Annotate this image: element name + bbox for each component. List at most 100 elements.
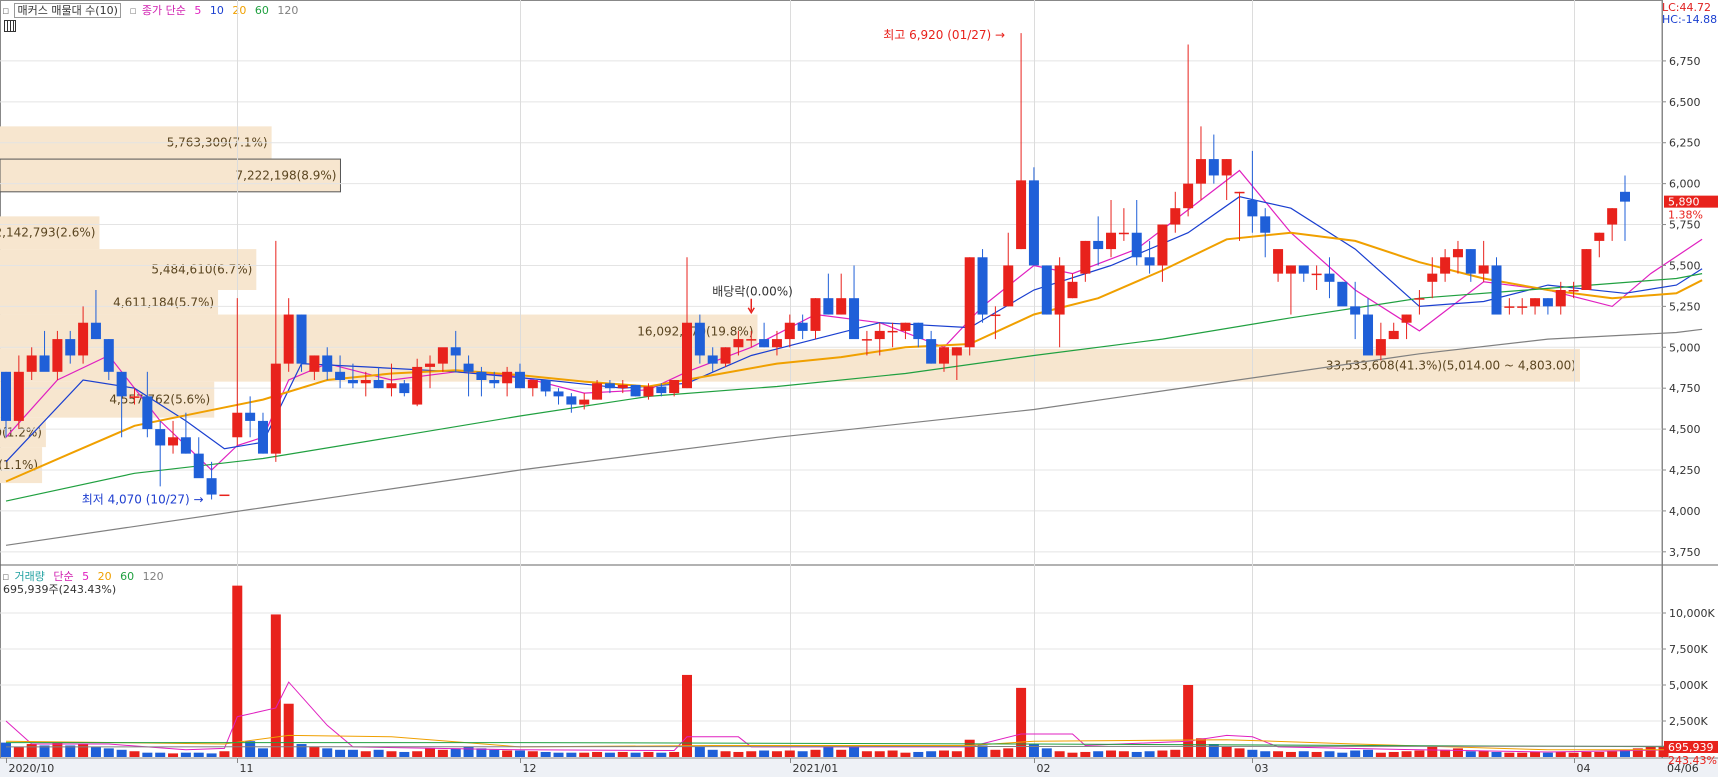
candle-body	[1350, 306, 1361, 315]
volume-bar	[1003, 748, 1014, 757]
candle-body	[1, 371, 11, 421]
x-tick-label: 2020/10	[9, 762, 55, 775]
candle-body	[1594, 232, 1605, 241]
volume-bar	[1491, 751, 1502, 757]
volume-bar	[1118, 751, 1129, 757]
candle-body	[1440, 257, 1451, 274]
candle-body	[1247, 200, 1258, 217]
candle-body	[1106, 232, 1117, 250]
candle-body	[103, 339, 114, 372]
candle-body	[1363, 314, 1374, 356]
volume-bar	[1414, 750, 1425, 757]
volume-bar	[913, 751, 924, 757]
volume-bar	[1041, 748, 1052, 757]
volume-bar	[990, 749, 1001, 757]
candle-body	[1555, 290, 1566, 307]
candle-body	[579, 399, 590, 405]
candle-body	[386, 383, 397, 389]
volume-bar	[168, 753, 179, 757]
candle-body	[1607, 208, 1618, 225]
volume-bar	[771, 751, 782, 757]
candle-body	[232, 412, 243, 438]
x-tick-label: 2021/01	[793, 762, 839, 775]
volume-tick-label: 5,000K	[1669, 679, 1708, 692]
candle-body	[836, 298, 847, 315]
candle-body	[142, 396, 153, 430]
candle-body	[412, 366, 423, 405]
candle-body	[168, 437, 179, 446]
candle-body	[1568, 290, 1579, 292]
volume-bar	[1607, 751, 1618, 757]
volume-bar	[553, 752, 564, 757]
candle-body	[1131, 232, 1142, 258]
candle-body	[617, 384, 628, 389]
candle-body	[1517, 306, 1528, 308]
candle-body	[669, 380, 680, 394]
volume-bar	[90, 746, 101, 757]
profile-band-label: 2,142,793(2.6%)	[0, 226, 95, 240]
candle-body	[1260, 216, 1271, 233]
stock-chart[interactable]: 5,763,309(7.1%)7,222,198(8.9%)2,142,793(…	[0, 0, 1718, 777]
volume-bar	[1568, 752, 1579, 757]
candle-body	[1581, 249, 1592, 290]
dividend-arrow	[747, 298, 755, 315]
candle-body	[643, 386, 654, 397]
price-tick-label: 4,750	[1669, 382, 1701, 395]
volume-bar	[617, 751, 628, 757]
volume-bar	[1388, 751, 1399, 757]
volume-bar	[502, 750, 513, 757]
candle-body	[463, 363, 474, 372]
volume-bar	[1285, 751, 1296, 757]
candle-body	[1542, 298, 1553, 307]
current-price-label: 5,890	[1668, 196, 1700, 209]
volume-bar	[1131, 751, 1142, 757]
volume-bar	[964, 739, 975, 757]
candle-body	[129, 396, 140, 398]
candle-body	[309, 355, 320, 372]
profile-band-label: 33,533,608(41.3%)(5,014.00 ~ 4,803.00)	[1326, 358, 1576, 372]
volume-bar	[322, 748, 333, 757]
candle-body	[1157, 224, 1168, 266]
volume-bar	[784, 750, 795, 757]
volume-bar	[78, 744, 89, 757]
candle-body	[913, 322, 924, 340]
candle-body	[1285, 265, 1296, 274]
candle-body	[656, 386, 667, 394]
candle-body	[245, 412, 256, 421]
candle-body	[13, 371, 24, 421]
candle-body	[694, 322, 705, 356]
candle-body	[1170, 208, 1181, 225]
candle-body	[540, 380, 551, 392]
volume-bar	[1080, 751, 1091, 757]
price-tick-label: 6,250	[1669, 137, 1701, 150]
volume-bar	[1337, 752, 1348, 757]
candle-body	[977, 257, 988, 315]
volume-bar	[540, 751, 551, 757]
candle-body	[938, 347, 949, 364]
current-volume-label: 695,939	[1668, 741, 1714, 754]
volume-bar	[579, 752, 590, 757]
candle-body	[823, 298, 834, 315]
volume-bar	[412, 751, 423, 757]
volume-bar	[1375, 752, 1386, 757]
volume-bar	[1067, 752, 1078, 757]
candle-body	[1234, 191, 1245, 194]
volume-bar	[360, 751, 371, 757]
volume-bar	[1054, 751, 1065, 757]
volume-bar	[1440, 749, 1451, 757]
volume-bar	[926, 751, 937, 757]
volume-bar	[373, 749, 384, 757]
volume-bar	[514, 750, 525, 757]
candle-body	[78, 322, 89, 356]
candle-body	[1118, 232, 1129, 235]
price-tick-label: 6,000	[1669, 178, 1701, 191]
volume-bar	[103, 748, 114, 757]
volume-bar	[643, 751, 654, 757]
candle-body	[1401, 314, 1412, 323]
candle-body	[257, 420, 268, 454]
candle-body	[1452, 249, 1463, 258]
annotations: 5,8901.38% 최고 6,920 (01/27) → 최저 4,070 (10…	[82, 28, 1718, 767]
candle-body	[90, 322, 101, 340]
volume-bar	[1093, 751, 1104, 757]
volume-bar	[245, 741, 256, 757]
